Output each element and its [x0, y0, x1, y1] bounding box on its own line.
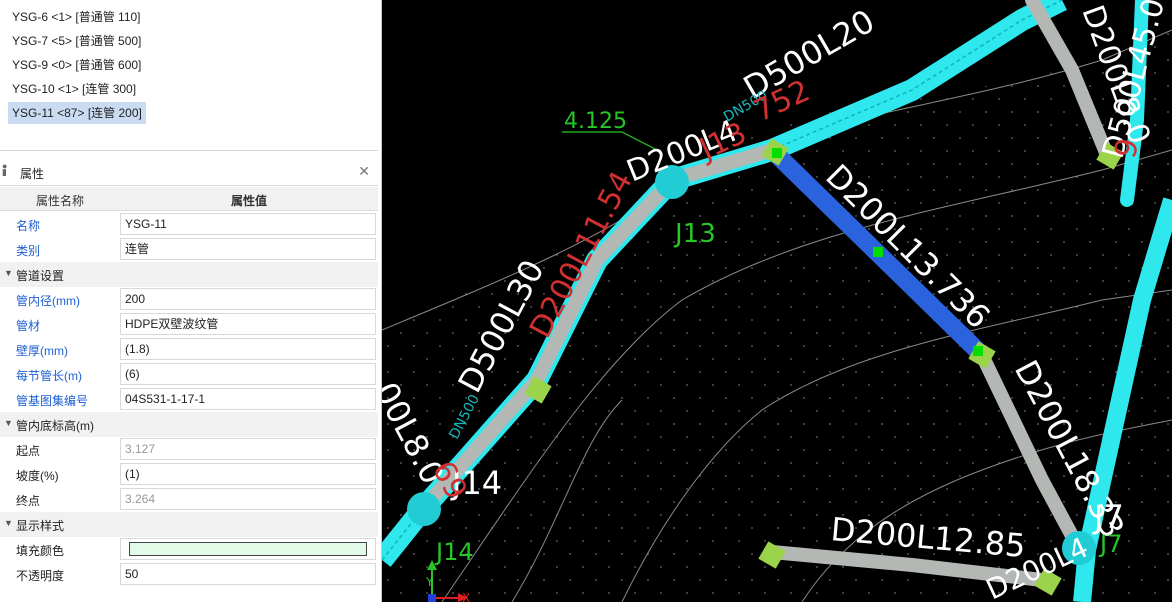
prop-row-segment-length: 每节管长(m) (6) — [0, 362, 378, 387]
prop-value-opacity[interactable]: 50 — [120, 563, 376, 585]
prop-value-inner-diameter[interactable]: 200 — [120, 288, 376, 310]
close-icon[interactable]: ✕ — [358, 163, 370, 180]
label-j14-green: J14 — [434, 538, 474, 566]
axis-y-label: Y — [425, 575, 434, 589]
pipe-list: YSG-6 <1> [普通管 110] YSG-7 <5> [普通管 500] … — [0, 0, 378, 151]
grip-handle[interactable] — [973, 346, 983, 356]
axis-x-label: X — [462, 591, 470, 602]
collapse-caret-icon[interactable]: ▼ — [4, 268, 13, 278]
prop-value-start: 3.127 — [120, 438, 376, 460]
manhole-j14[interactable] — [407, 492, 441, 526]
drawing-canvas[interactable]: 4.125 D500L20 DN500 D200L4 J13 752 J13 D… — [382, 0, 1172, 602]
properties-header: ● ▮ 属性 ✕ — [0, 160, 378, 186]
property-grid-header: 属性名称 属性值 — [0, 187, 378, 211]
prop-value-slope[interactable]: (1) — [120, 463, 376, 485]
prop-value-name[interactable]: YSG-11 — [120, 213, 376, 235]
pipe-item-ysg-6[interactable]: YSG-6 <1> [普通管 110] — [8, 6, 145, 28]
prop-label: 填充颜色 — [16, 544, 65, 558]
prop-label: 管材 — [16, 319, 41, 333]
prop-row-category: 类别 连管 — [0, 237, 378, 262]
prop-label: 不透明度 — [16, 569, 65, 583]
prop-row-start: 起点 3.127 — [0, 437, 378, 462]
properties-title: 属性 — [20, 167, 45, 181]
prop-value-thickness[interactable]: (1.8) — [120, 338, 376, 360]
fill-color-swatch[interactable] — [129, 542, 367, 556]
collapse-caret-icon[interactable]: ▼ — [4, 418, 13, 428]
group-pipe-settings[interactable]: ▼ 管道设置 — [0, 262, 378, 287]
prop-label: 管内径(mm) — [16, 294, 80, 308]
prop-label: 名称 — [16, 219, 41, 233]
prop-row-atlas-number: 管基图集编号 04S531-1-17-1 — [0, 387, 378, 412]
prop-row-material: 管材 HDPE双壁波纹管 — [0, 312, 378, 337]
cad-drawing[interactable]: 4.125 D500L20 DN500 D200L4 J13 752 J13 D… — [382, 0, 1172, 602]
prop-value-material[interactable]: HDPE双壁波纹管 — [120, 313, 376, 335]
prop-label: 壁厚(mm) — [16, 344, 68, 358]
pipe-item-ysg-10[interactable]: YSG-10 <1> [连管 300] — [8, 78, 140, 100]
group-title: 显示样式 — [16, 519, 65, 533]
pipe-item-ysg-7[interactable]: YSG-7 <5> [普通管 500] — [8, 30, 145, 52]
group-invert-elevation[interactable]: ▼ 管内底标高(m) — [0, 412, 378, 437]
prop-label: 管基图集编号 — [16, 394, 89, 408]
elevation-label: 4.125 — [564, 109, 627, 134]
prop-label: 类别 — [16, 244, 41, 258]
prop-label: 每节管长(m) — [16, 369, 82, 383]
label-j7-green: J7 — [1098, 530, 1122, 558]
collapse-caret-icon[interactable]: ▼ — [4, 518, 13, 528]
prop-row-inner-diameter: 管内径(mm) 200 — [0, 287, 378, 312]
prop-value-atlas-number[interactable]: 04S531-1-17-1 — [120, 388, 376, 410]
left-panel: YSG-6 <1> [普通管 110] YSG-7 <5> [普通管 500] … — [0, 0, 382, 602]
label-j13-green: J13 — [673, 219, 716, 249]
pipe-item-ysg-9[interactable]: YSG-9 <0> [普通管 600] — [8, 54, 145, 76]
grip-handle[interactable] — [873, 247, 883, 257]
prop-label: 坡度(%) — [16, 469, 59, 483]
prop-row-name: 名称 YSG-11 — [0, 212, 378, 237]
grip-handle[interactable] — [772, 148, 782, 158]
prop-value-end: 3.264 — [120, 488, 376, 510]
group-title: 管道设置 — [16, 269, 65, 283]
prop-label: 起点 — [16, 444, 41, 458]
prop-row-opacity: 不透明度 50 — [0, 562, 378, 587]
prop-row-slope: 坡度(%) (1) — [0, 462, 378, 487]
pipe-item-ysg-11[interactable]: YSG-11 <87> [连管 200] — [8, 102, 146, 124]
prop-value-segment-length[interactable]: (6) — [120, 363, 376, 385]
col-header-value: 属性值 — [230, 194, 267, 208]
col-header-name: 属性名称 — [35, 194, 84, 208]
prop-row-thickness: 壁厚(mm) (1.8) — [0, 337, 378, 362]
group-title: 管内底标高(m) — [16, 419, 94, 433]
prop-value-category[interactable]: 连管 — [120, 238, 376, 260]
group-display-style[interactable]: ▼ 显示样式 — [0, 512, 378, 537]
pin-icon[interactable]: ● ▮ — [2, 162, 11, 177]
prop-row-fill-color: 填充颜色 — [0, 537, 378, 562]
prop-label: 终点 — [16, 494, 41, 508]
prop-row-end: 终点 3.264 — [0, 487, 378, 512]
